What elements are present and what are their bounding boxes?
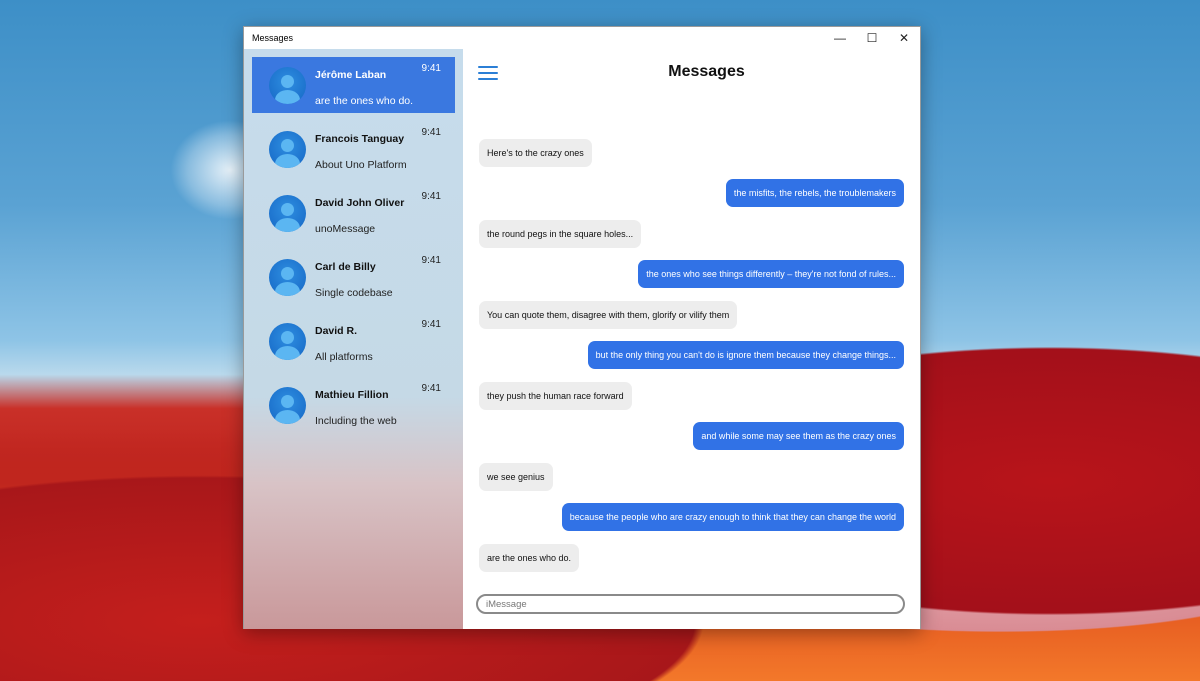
- contact-name: David R.: [315, 325, 358, 337]
- avatar-icon: [269, 195, 306, 232]
- avatar-icon: [269, 259, 306, 296]
- message-bubble-incoming: the round pegs in the square holes...: [479, 220, 642, 248]
- message-input[interactable]: [476, 594, 905, 614]
- message-bubble-outgoing: the ones who see things differently – th…: [638, 260, 904, 288]
- contact-preview: Including the web: [315, 415, 397, 427]
- contact-name: David John Oliver: [315, 197, 405, 209]
- message-bubble-incoming: we see genius: [479, 463, 553, 491]
- contact-item[interactable]: Mathieu Fillion Including the web 9:41: [252, 377, 455, 433]
- title-bar[interactable]: Messages — ☐ ✕: [244, 27, 920, 49]
- message-bubble-outgoing: the misfits, the rebels, the troublemake…: [725, 179, 904, 207]
- contact-preview: are the ones who do.: [315, 95, 414, 107]
- contact-preview: About Uno Platform: [315, 159, 407, 171]
- contact-item[interactable]: Carl de Billy Single codebase 9:41: [252, 249, 455, 305]
- contact-time: 9:41: [421, 191, 441, 202]
- message-bubble-outgoing: but the only thing you can't do is ignor…: [587, 341, 904, 369]
- avatar-icon: [269, 323, 306, 360]
- contact-name: Jérôme Laban: [315, 69, 387, 81]
- window-title: Messages: [252, 33, 294, 43]
- maximize-button[interactable]: ☐: [856, 27, 888, 49]
- minimize-button[interactable]: —: [824, 27, 856, 49]
- avatar-icon: [269, 387, 306, 424]
- message-bubble-incoming: You can quote them, disagree with them, …: [479, 301, 738, 329]
- contact-time: 9:41: [421, 127, 441, 138]
- message-bubble-incoming: Here's to the crazy ones: [479, 139, 592, 167]
- close-button[interactable]: ✕: [888, 27, 920, 49]
- page-title: Messages: [668, 63, 745, 80]
- contact-item[interactable]: David John Oliver unoMessage 9:41: [252, 185, 455, 241]
- contact-name: Mathieu Fillion: [315, 389, 389, 401]
- message-bubble-incoming: are the ones who do.: [479, 544, 580, 572]
- contact-item[interactable]: David R. All platforms 9:41: [252, 313, 455, 369]
- contact-preview: All platforms: [315, 351, 373, 363]
- contact-item[interactable]: Jérôme Laban are the ones who do. 9:41: [252, 57, 455, 113]
- contact-preview: unoMessage: [315, 223, 376, 235]
- contact-time: 9:41: [421, 63, 441, 74]
- app-window: Messages — ☐ ✕ Jérôme Laban are the ones…: [243, 26, 921, 629]
- avatar-icon: [269, 67, 306, 104]
- contact-preview: Single codebase: [315, 287, 393, 299]
- message-bubble-outgoing: and while some may see them as the crazy…: [693, 422, 904, 450]
- contact-name: Carl de Billy: [315, 261, 376, 273]
- contacts-sidebar: Jérôme Laban are the ones who do. 9:41 F…: [244, 49, 463, 629]
- contact-time: 9:41: [421, 383, 441, 394]
- contact-name: Francois Tanguay: [315, 133, 405, 145]
- message-bubble-outgoing: because the people who are crazy enough …: [561, 503, 904, 531]
- message-bubble-incoming: they push the human race forward: [479, 382, 632, 410]
- contact-item[interactable]: Francois Tanguay About Uno Platform 9:41: [252, 121, 455, 177]
- contact-time: 9:41: [421, 319, 441, 330]
- contact-time: 9:41: [421, 255, 441, 266]
- avatar-icon: [269, 131, 306, 168]
- conversation-pane: Messages Here's to the crazy ones the mi…: [463, 49, 920, 629]
- window-controls: — ☐ ✕: [824, 27, 920, 49]
